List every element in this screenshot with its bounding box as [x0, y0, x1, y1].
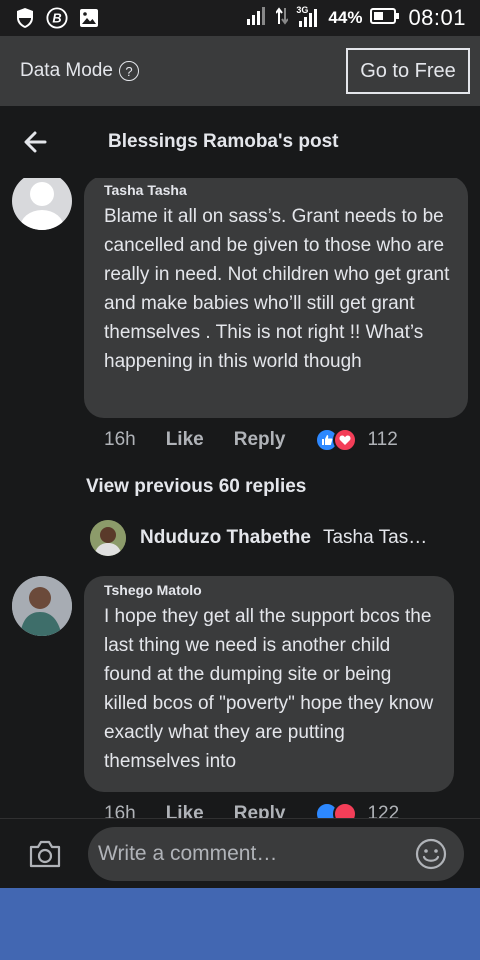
go-to-free-button[interactable]: Go to Free: [346, 48, 470, 94]
reply-author: Nduduzo Thabethe: [140, 527, 311, 548]
profile-photo-icon: [90, 520, 126, 556]
shield-icon: [14, 7, 36, 29]
comment-actions: 16h Like Reply 112: [104, 428, 398, 452]
reactions-summary[interactable]: 122: [315, 802, 399, 818]
comment-time: 16h: [104, 429, 136, 450]
default-avatar-icon: [20, 182, 64, 230]
clock: 08:01: [408, 5, 466, 30]
reply-button[interactable]: Reply: [234, 803, 286, 818]
comment-composer: [0, 818, 480, 888]
battery-percent: 44%: [328, 8, 363, 27]
bible-b-icon: B: [46, 7, 68, 29]
page-title: Blessings Ramoba's post: [108, 131, 339, 152]
status-bar: B 3G 44% 08:01: [0, 0, 480, 36]
data-mode-bar: Data Mode ? Go to Free: [0, 36, 480, 106]
back-arrow-icon[interactable]: [0, 106, 70, 178]
avatar-tshego[interactable]: [12, 576, 72, 636]
signal-icon: [246, 6, 268, 30]
comment-input[interactable]: [88, 826, 464, 881]
comment-author[interactable]: Tasha Tasha: [104, 182, 450, 198]
post-header: Blessings Ramoba's post: [0, 106, 480, 178]
signal-3g-icon: 3G: [296, 5, 320, 27]
gallery-icon: [78, 7, 100, 29]
love-reaction-icon: [333, 428, 358, 452]
comment-bubble[interactable]: Tasha Tasha Blame it all on sass’s. Gran…: [84, 178, 468, 418]
like-button[interactable]: Like: [166, 429, 204, 451]
comment-author[interactable]: Tshego Matolo: [104, 582, 436, 598]
reaction-count: 122: [367, 803, 400, 818]
battery-icon: [370, 7, 400, 30]
emoji-icon[interactable]: [414, 837, 448, 871]
help-icon[interactable]: ?: [118, 61, 139, 81]
data-arrows-icon: [275, 6, 290, 31]
reaction-count: 112: [367, 429, 398, 450]
like-button[interactable]: Like: [166, 803, 204, 818]
comment-text: Blame it all on sass’s. Grant needs to b…: [104, 206, 450, 372]
avatar-tasha[interactable]: [12, 178, 72, 230]
reactions-summary[interactable]: 112: [315, 428, 398, 452]
comment-time: 16h: [104, 803, 136, 818]
profile-photo-icon: [12, 576, 72, 636]
comments-list[interactable]: Tasha Tasha Blame it all on sass’s. Gran…: [0, 178, 480, 818]
reply-button[interactable]: Reply: [234, 429, 286, 451]
svg-text:B: B: [52, 11, 61, 26]
reply-preview[interactable]: Nduduzo Thabethe Tasha Tas…: [90, 520, 460, 556]
avatar-nduduzo[interactable]: [90, 520, 126, 556]
data-mode-label: Data Mode: [20, 60, 113, 81]
network-type: 3G: [296, 5, 309, 15]
comment-actions: 16h Like Reply 122: [104, 802, 399, 818]
camera-icon[interactable]: [26, 835, 64, 873]
view-previous-replies-link[interactable]: View previous 60 replies: [86, 476, 306, 498]
love-reaction-icon: [333, 802, 358, 818]
comment-bubble[interactable]: Tshego Matolo I hope they get all the su…: [84, 576, 454, 792]
comment-text: I hope they get all the support bcos the…: [104, 606, 434, 772]
navigation-bar: [0, 888, 480, 960]
reply-snippet: Tasha Tas…: [322, 527, 428, 548]
